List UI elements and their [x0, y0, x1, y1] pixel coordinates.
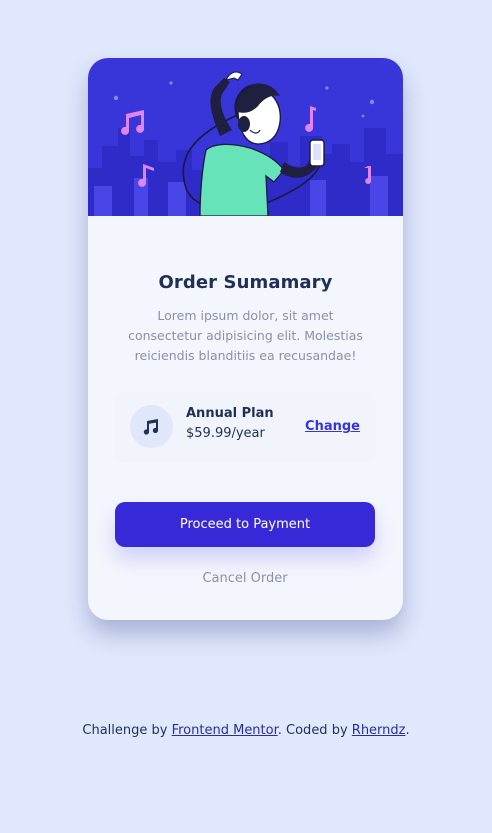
proceed-to-payment-button[interactable]: Proceed to Payment [115, 502, 375, 547]
attribution-prefix: Challenge by [82, 723, 172, 738]
order-summary-title: Order Sumamary [158, 272, 333, 293]
plan-name: Annual Plan [186, 406, 274, 421]
person-dancing-with-headphones-illustration [88, 71, 403, 216]
attribution: Challenge by Frontend Mentor. Coded by R… [0, 723, 492, 738]
cancel-order-button[interactable]: Cancel Order [115, 568, 375, 588]
order-summary-description: Lorem ipsum dolor, sit amet consectetur … [128, 308, 363, 363]
plan-box: Annual Plan $59.99/year Change [115, 390, 375, 463]
music-note-icon [130, 405, 173, 448]
order-summary-card: Order Sumamary Lorem ipsum dolor, sit am… [88, 58, 403, 620]
attribution-middle: . Coded by [277, 723, 352, 738]
change-plan-link[interactable]: Change [305, 419, 360, 434]
attribution-suffix: . [405, 723, 410, 738]
plan-price: $59.99/year [186, 426, 265, 441]
frontend-mentor-link[interactable]: Frontend Mentor [172, 723, 278, 738]
hero-illustration [88, 58, 403, 216]
author-link[interactable]: Rherndz [352, 723, 406, 738]
